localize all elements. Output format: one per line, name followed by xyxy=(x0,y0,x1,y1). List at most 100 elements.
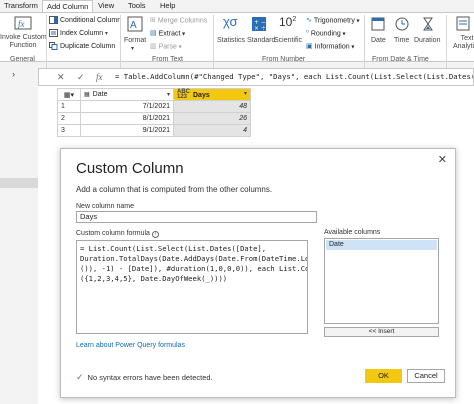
rounding-icon: ⁰ xyxy=(306,30,309,37)
cancel-formula-icon[interactable]: ✕ xyxy=(57,72,65,83)
time-icon xyxy=(395,17,409,31)
available-columns-label: Available columns xyxy=(324,229,381,236)
fx-icon[interactable]: fx xyxy=(96,72,103,82)
new-column-name-label: New column name xyxy=(76,203,134,210)
format-button[interactable]: Format xyxy=(124,37,146,44)
text-analytics-icon xyxy=(456,16,470,31)
cell-date[interactable]: 7/1/2021 xyxy=(80,100,174,113)
column-header-date[interactable]: ▦ Date ▾ xyxy=(80,88,174,101)
new-column-name-input[interactable]: Days xyxy=(76,211,317,223)
statistics-button[interactable]: Statistics xyxy=(217,37,245,44)
separator xyxy=(120,15,121,71)
formula-input[interactable]: = Table.AddColumn(#"Changed Type", "Days… xyxy=(115,72,473,81)
information-icon: ▣ xyxy=(306,43,313,50)
data-table: ▦▾ ▦ Date ▾ ABC 123 Days ▾ 1 7/1/2021 48 2 8/… xyxy=(57,88,251,137)
cell-days[interactable]: 4 xyxy=(173,124,251,137)
date-filter-icon[interactable]: ▾ xyxy=(167,91,170,98)
table-row: 3 9/1/2021 4 xyxy=(57,124,251,137)
standard-icon: + − × ÷ xyxy=(252,17,266,32)
learn-formulas-link[interactable]: Learn about Power Query formulas xyxy=(76,342,185,349)
conditional-column-icon xyxy=(49,16,58,25)
check-icon: ✓ xyxy=(76,372,84,382)
conditional-column-button[interactable]: Conditional Column xyxy=(49,15,121,26)
commit-formula-icon[interactable]: ✓ xyxy=(77,72,85,83)
extract-icon: ▤ xyxy=(150,30,157,37)
tab-help[interactable]: Help xyxy=(156,0,179,12)
format-dropdown-icon[interactable]: ▾ xyxy=(131,45,134,52)
time-button[interactable]: Time xyxy=(394,37,409,44)
parse-icon: ▥ xyxy=(150,43,157,50)
custom-formula-input[interactable]: = List.Count(List.Select(List.Dates([Dat… xyxy=(76,240,308,334)
format-icon: A xyxy=(127,16,143,32)
information-button[interactable]: ▣ Information ▾ xyxy=(306,41,354,52)
custom-column-dialog: ✕ Custom Column Add a column that is com… xyxy=(60,148,456,398)
invoke-custom-function-button[interactable]: Invoke Custom Function xyxy=(0,34,47,50)
date-button[interactable]: Date xyxy=(371,37,386,44)
scientific-button[interactable]: Scientific xyxy=(274,37,302,44)
any-type-icon[interactable]: ABC 123 xyxy=(177,89,190,100)
svg-text:fx: fx xyxy=(18,19,25,29)
duration-icon xyxy=(423,17,433,31)
ribbon-tabs: Transform Add Column View Tools Help xyxy=(0,0,474,13)
group-from-datetime-label: From Date & Time xyxy=(372,56,429,63)
table-row: 2 8/1/2021 26 xyxy=(57,112,251,125)
rounding-button[interactable]: ⁰ Rounding ▾ xyxy=(306,28,345,39)
cell-days[interactable]: 26 xyxy=(173,112,251,125)
merge-columns-icon: ⊞ xyxy=(150,17,156,24)
tab-tools[interactable]: Tools xyxy=(124,0,150,12)
cell-date[interactable]: 9/1/2021 xyxy=(80,124,174,137)
duration-button[interactable]: Duration xyxy=(414,37,440,44)
standard-button[interactable]: Standard xyxy=(247,37,275,44)
separator xyxy=(46,15,47,71)
svg-text:A: A xyxy=(130,20,137,31)
table-row: 1 7/1/2021 48 xyxy=(57,100,251,113)
trigonometry-icon: ∿ xyxy=(306,17,312,24)
tab-view[interactable]: View xyxy=(94,0,118,12)
days-filter-icon[interactable]: ▾ xyxy=(244,90,247,97)
group-from-text-label: From Text xyxy=(152,56,183,63)
list-item[interactable]: Date xyxy=(326,240,437,250)
selected-query-strip[interactable] xyxy=(0,178,38,188)
merge-columns-button[interactable]: ⊞ Merge Columns xyxy=(150,15,207,26)
date-icon xyxy=(371,17,385,31)
svg-text:× ÷: × ÷ xyxy=(254,25,266,32)
trigonometry-button[interactable]: ∿ Trigonometry ▾ xyxy=(306,15,360,26)
date-type-icon[interactable]: ▦ xyxy=(84,91,90,98)
queries-pane-collapsed: › xyxy=(0,62,38,404)
row-number[interactable]: 3 xyxy=(57,124,81,137)
ribbon: fx Invoke Custom Function General Condit… xyxy=(0,12,474,71)
ok-button[interactable]: OK xyxy=(365,369,402,383)
dialog-subtitle: Add a column that is computed from the o… xyxy=(76,185,273,194)
available-columns-list[interactable]: Date xyxy=(324,238,439,324)
index-column-button[interactable]: Index Column ▾ xyxy=(49,28,108,39)
dialog-title: Custom Column xyxy=(76,160,184,177)
syntax-status: ✓ No syntax errors have been detected. xyxy=(76,372,213,382)
scientific-icon: 102 xyxy=(279,15,297,29)
index-column-dropdown-icon[interactable]: ▾ xyxy=(103,31,108,37)
info-icon[interactable]: i xyxy=(151,231,159,238)
insert-button[interactable]: << Insert xyxy=(324,327,439,337)
cell-date[interactable]: 8/1/2021 xyxy=(80,112,174,125)
parse-button[interactable]: ▥ Parse ▾ xyxy=(150,41,182,52)
statistics-icon: χσ xyxy=(223,14,238,29)
column-header-days[interactable]: ABC 123 Days ▾ xyxy=(173,88,251,101)
tab-transform[interactable]: Transform xyxy=(0,0,42,12)
formula-bar: ✕ ✓ fx = Table.AddColumn(#"Changed Type"… xyxy=(38,68,474,86)
separator xyxy=(446,15,447,71)
group-from-number-label: From Number xyxy=(262,56,306,63)
cell-days[interactable]: 48 xyxy=(173,100,251,113)
separator xyxy=(213,15,214,71)
invoke-function-icon: fx xyxy=(14,16,32,30)
close-icon[interactable]: ✕ xyxy=(438,153,447,166)
cancel-button[interactable]: Cancel xyxy=(407,369,445,383)
extract-button[interactable]: ▤ Extract ▾ xyxy=(150,28,185,39)
table-corner-icon[interactable]: ▦▾ xyxy=(57,88,81,101)
row-number[interactable]: 2 xyxy=(57,112,81,125)
index-column-icon xyxy=(49,29,58,38)
expand-queries-icon[interactable]: › xyxy=(12,69,15,79)
text-analytics-button[interactable]: Text Analytics xyxy=(453,35,474,51)
duplicate-column-icon xyxy=(49,42,58,51)
duplicate-column-button[interactable]: Duplicate Column xyxy=(49,41,115,52)
custom-formula-label: Custom column formula i xyxy=(76,230,159,238)
row-number[interactable]: 1 xyxy=(57,100,81,113)
